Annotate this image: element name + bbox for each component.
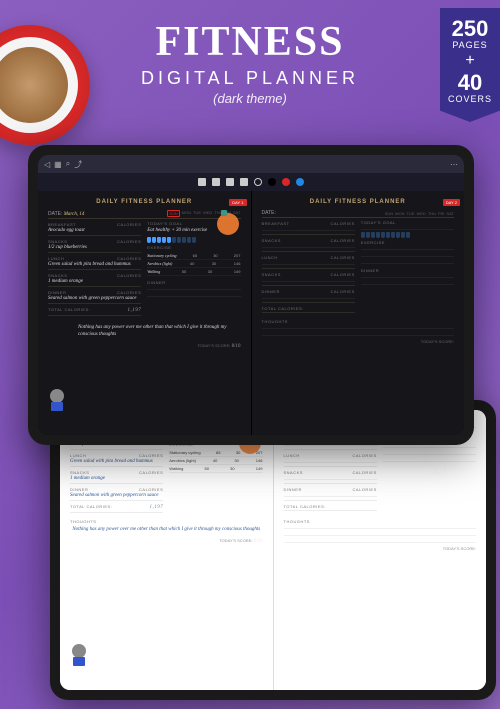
color-blue[interactable] (296, 178, 304, 186)
title: FITNESS (0, 18, 500, 66)
left-page-dark: DAY 1 DAILY FITNESS PLANNER DATE: March,… (38, 191, 251, 435)
tablet-light: BREAKFASTCALORIESAvocado egg toast SNACK… (50, 400, 496, 700)
day-badge: DAY 1 (229, 199, 246, 206)
water-tracker (147, 237, 240, 243)
color-red[interactable] (282, 178, 290, 186)
covers-label: COVERS (440, 94, 500, 104)
plus: + (440, 52, 500, 70)
app-bar: ◁ ▦ ⌕ ⤴ ⋯ (38, 155, 464, 173)
search-icon[interactable]: ⌕ (66, 159, 70, 169)
right-page-dark: DAY 2 DAILY FITNESS PLANNER DATE:SUNMONT… (252, 191, 465, 435)
covers-count: 40 (440, 72, 500, 94)
right-page-light: BREAKFASTCALORIES SNACKSCALORIES LUNCHCA… (274, 410, 487, 690)
page-title: DAILY FITNESS PLANNER (48, 199, 241, 205)
highlighter-icon[interactable] (226, 178, 234, 186)
exercise-table: Stationary cycling6530207Aerobics (light… (147, 252, 240, 276)
left-page-light: BREAKFASTCALORIESAvocado egg toast SNACK… (60, 410, 273, 690)
header: FITNESS DIGITAL PLANNER (dark theme) (0, 0, 500, 114)
color-none[interactable] (254, 178, 262, 186)
tool-bar (38, 173, 464, 191)
grid-icon[interactable]: ▦ (54, 160, 62, 169)
pages-count: 250 (440, 18, 500, 40)
pencil-icon[interactable] (212, 178, 220, 186)
color-black[interactable] (268, 178, 276, 186)
tablet-dark: ◁ ▦ ⌕ ⤴ ⋯ DAY 1 DAILY FITNESS PLANNER DA… (28, 145, 474, 445)
day-badge: DAY 2 (443, 199, 460, 206)
eraser-icon[interactable] (240, 178, 248, 186)
pen-icon[interactable] (198, 178, 206, 186)
share-icon[interactable]: ⤴ (74, 159, 82, 170)
theme-label: (dark theme) (0, 91, 500, 106)
cat-doodle (46, 389, 68, 411)
more-icon[interactable]: ⋯ (450, 160, 458, 169)
pages-label: PAGES (440, 40, 500, 50)
back-icon[interactable]: ◁ (44, 160, 50, 169)
cat-doodle (68, 644, 90, 666)
subtitle: DIGITAL PLANNER (0, 68, 500, 89)
promo-ribbon: 250 PAGES + 40 COVERS (440, 8, 500, 122)
